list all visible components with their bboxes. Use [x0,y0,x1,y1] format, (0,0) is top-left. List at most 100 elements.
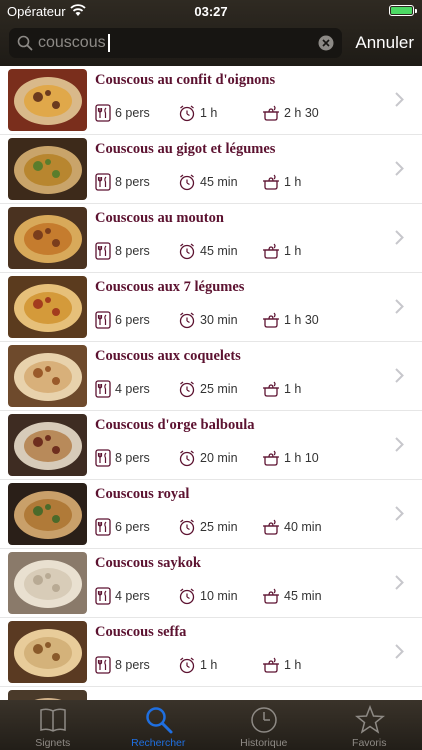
chevron-right-icon [395,161,404,176]
results-list: Couscous au confit d'oignons 6 pers 1 h … [0,66,422,700]
persons-value: 8 pers [115,451,150,465]
persons-info: 8 pers [95,449,150,467]
cutlery-icon [95,311,111,329]
persons-info: 4 pers [95,380,150,398]
recipe-row[interactable]: Couscous d'orge balboula 8 pers 20 min 1… [0,411,422,480]
cutlery-icon [95,587,111,605]
chevron-right-icon [395,506,404,521]
recipe-row[interactable]: Couscous aux coquelets 4 pers 25 min 1 h [0,342,422,411]
cook-time-value: 1 h 10 [284,451,319,465]
chevron-right-icon [395,92,404,107]
persons-info: 8 pers [95,656,150,674]
recipe-row[interactable]: Couscous aux 7 légumes 6 pers 30 min 1 h… [0,273,422,342]
recipe-row[interactable]: Couscous au gigot et légumes 8 pers 45 m… [0,135,422,204]
prep-time-info: 45 min [178,242,238,260]
top-bar: Opérateur 03:27 Annuler [0,0,422,66]
pot-icon [263,381,279,397]
recipe-row[interactable]: Couscous seffa 8 pers 1 h 1 h [0,618,422,687]
chevron-right-icon [395,644,404,659]
pot-icon [263,312,279,328]
pot-icon [263,657,279,673]
status-bar: Opérateur 03:27 [0,0,422,22]
pot-icon [263,174,279,190]
prep-time-info: 1 h [178,656,217,674]
pot-icon [263,588,279,604]
recipe-row[interactable]: Couscous saykok 4 pers 10 min 45 min [0,549,422,618]
recipe-row[interactable] [0,687,422,700]
clock-time: 03:27 [194,4,228,19]
cook-time-info: 1 h [262,242,301,260]
recipe-title: Couscous saykok [95,555,201,571]
prep-time-value: 1 h [200,658,218,672]
recipe-thumbnail [8,345,87,407]
cook-time-info: 2 h 30 [262,104,319,122]
timer-icon [179,243,195,260]
cook-time-value: 1 h [284,658,302,672]
cutlery-icon [95,380,111,398]
tab-signets[interactable]: Signets [0,700,106,750]
pot-icon [263,450,279,466]
prep-time-info: 25 min [178,518,238,536]
search-input[interactable] [38,28,318,58]
prep-time-info: 30 min [178,311,238,329]
cutlery-icon [95,449,111,467]
cook-time-info: 1 h 30 [262,311,319,329]
persons-info: 4 pers [95,587,150,605]
cutlery-icon [95,242,111,260]
recipe-title: Couscous royal [95,486,190,502]
recipe-title: Couscous au gigot et légumes [95,141,276,157]
cook-time-info: 1 h 10 [262,449,319,467]
persons-value: 8 pers [115,244,150,258]
persons-info: 6 pers [95,311,150,329]
prep-time-value: 30 min [200,313,238,327]
recipe-row[interactable]: Couscous au mouton 8 pers 45 min 1 h [0,204,422,273]
search-icon [17,35,33,51]
cutlery-icon [95,173,111,191]
cook-time-value: 1 h [284,244,302,258]
prep-time-value: 25 min [200,520,238,534]
recipe-thumbnail [8,276,87,338]
search-row: Annuler [0,26,422,62]
cook-time-info: 1 h [262,656,301,674]
recipe-row[interactable]: Couscous au confit d'oignons 6 pers 1 h … [0,66,422,135]
tab-favoris[interactable]: Favoris [317,700,422,750]
chevron-right-icon [395,575,404,590]
timer-icon [179,519,195,536]
timer-icon [179,105,195,122]
persons-value: 8 pers [115,175,150,189]
prep-time-value: 45 min [200,175,238,189]
prep-time-value: 1 h [200,106,218,120]
timer-icon [179,657,195,674]
book-icon [40,708,66,732]
persons-value: 8 pers [115,658,150,672]
recipe-row[interactable]: Couscous royal 6 pers 25 min 40 min [0,480,422,549]
cook-time-info: 1 h [262,173,301,191]
search-icon [145,707,172,734]
prep-time-info: 10 min [178,587,238,605]
text-caret [108,34,110,52]
cutlery-icon [95,656,111,674]
recipe-title: Couscous aux coquelets [95,348,241,364]
recipe-thumbnail [8,69,87,131]
tab-historique[interactable]: Historique [211,700,317,750]
cook-time-info: 45 min [262,587,322,605]
cutlery-icon [95,518,111,536]
cook-time-value: 2 h 30 [284,106,319,120]
prep-time-value: 25 min [200,382,238,396]
battery-icon [389,5,417,16]
persons-info: 6 pers [95,104,150,122]
cook-time-info: 40 min [262,518,322,536]
clear-icon[interactable] [318,35,334,51]
tab-bar: Signets Rechercher Historique Favoris [0,700,422,750]
cancel-button[interactable]: Annuler [355,33,414,53]
cook-time-value: 1 h [284,382,302,396]
tab-rechercher[interactable]: Rechercher [106,700,212,750]
timer-icon [179,381,195,398]
prep-time-value: 20 min [200,451,238,465]
pot-icon [263,519,279,535]
recipe-thumbnail [8,414,87,476]
cook-time-value: 45 min [284,589,322,603]
tab-label: Rechercher [131,737,186,749]
recipe-title: Couscous d'orge balboula [95,417,255,433]
timer-icon [179,174,195,191]
